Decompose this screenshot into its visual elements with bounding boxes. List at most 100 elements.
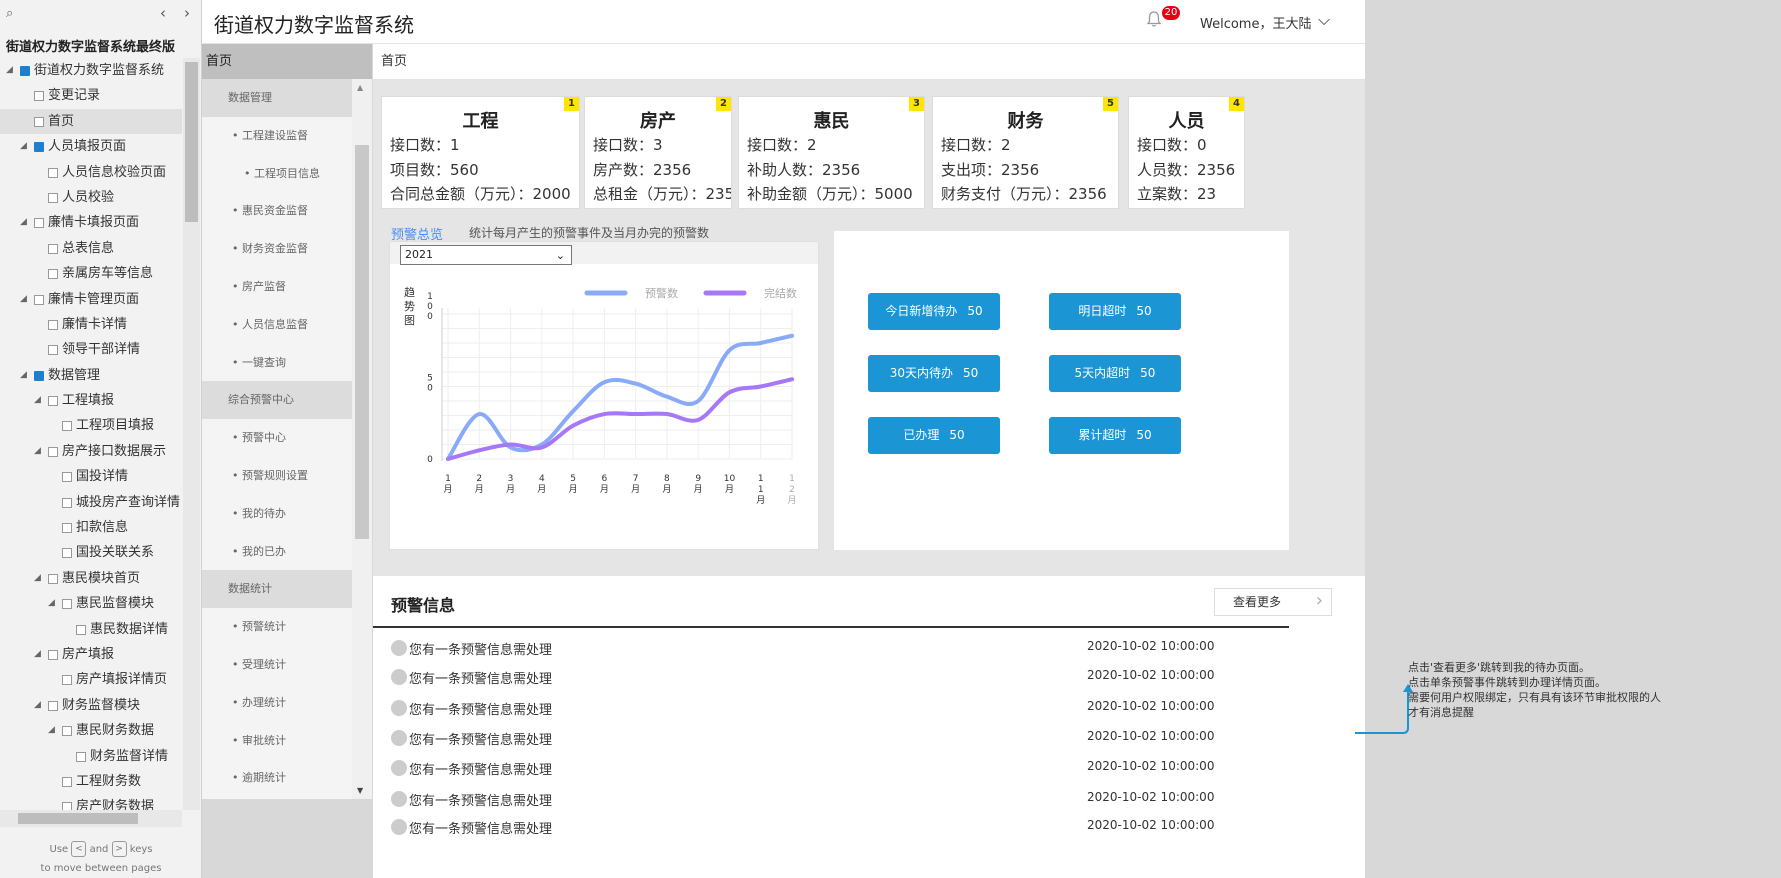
tree-item[interactable]: ◢ 廉情卡管理页面 <box>0 287 182 312</box>
tree-item[interactable]: 惠民数据详情 <box>0 617 182 642</box>
expand-toggle-icon[interactable]: ◢ <box>20 210 27 235</box>
tree-item[interactable]: 首页 <box>0 108 182 135</box>
stat-card[interactable]: 3 惠民 接口数：2 补助人数：2356 补助金额（万元）：5000 <box>738 96 925 209</box>
tree-item[interactable]: 人员信息校验页面 <box>0 160 182 185</box>
expand-toggle-icon[interactable]: ◢ <box>48 718 55 743</box>
tree-item[interactable]: ◢ 数据管理 <box>0 363 182 388</box>
menu-item[interactable]: • 逾期统计 <box>202 759 352 797</box>
page-icon <box>48 649 58 660</box>
stat-card[interactable]: 4 人员 接口数：0 人员数：2356 立案数：23 <box>1128 96 1245 209</box>
expand-toggle-icon[interactable]: ◢ <box>20 287 27 312</box>
expand-toggle-icon[interactable]: ◢ <box>34 693 41 718</box>
tree-item[interactable]: 廉情卡详情 <box>0 312 182 337</box>
tree-item[interactable]: 领导干部详情 <box>0 337 182 362</box>
menu-item[interactable]: • 人员信息监督 <box>202 306 352 344</box>
stat-card[interactable]: 1 工程 接口数：1 项目数：560 合同总金额（万元）：2000 <box>381 96 580 209</box>
todo-button[interactable]: 累计超时 50 <box>1049 417 1181 454</box>
tree-item[interactable]: ◢ 街道权力数字监督系统 <box>0 58 182 83</box>
tree-item[interactable]: 国投关联关系 <box>0 540 182 565</box>
tree-item[interactable]: ◢ 财务监督模块 <box>0 693 182 718</box>
tree-item[interactable]: 房产财务数据 <box>0 794 182 810</box>
menu-group[interactable]: 数据管理 <box>202 79 352 117</box>
menu-item[interactable]: • 财务资金监督 <box>202 230 352 268</box>
menu-item[interactable]: • 我的待办 <box>202 495 352 533</box>
stat-card[interactable]: 2 房产 接口数：3 房产数：2356 总租金（万元）：2356 <box>584 96 732 209</box>
tree-item[interactable]: ◢ 人员填报页面 <box>0 134 182 159</box>
expand-toggle-icon[interactable]: ◢ <box>20 134 27 159</box>
warn-info-row[interactable]: 您有一条预警信息需处理 2020-10-02 10:00:00 <box>391 756 1231 780</box>
menu-item[interactable]: • 预警统计 <box>202 608 352 646</box>
tree-item[interactable]: ◢ 惠民模块首页 <box>0 566 182 591</box>
todo-button[interactable]: 30天内待办 50 <box>868 355 1000 392</box>
todo-button[interactable]: 5天内超时 50 <box>1049 355 1181 392</box>
year-select[interactable]: 2021 ⌄ <box>400 245 572 265</box>
tree-item[interactable]: 城投房产查询详情 <box>0 490 182 515</box>
page-tree-h-scrollbar[interactable] <box>0 810 182 827</box>
scroll-down-icon[interactable]: ▼ <box>357 786 363 795</box>
stat-card-title: 财务 <box>1007 111 1044 132</box>
tree-item[interactable]: 工程财务数 <box>0 769 182 794</box>
menu-item[interactable]: • 一键查询 <box>202 344 352 382</box>
warn-info-row[interactable]: 您有一条预警信息需处理 2020-10-02 10:00:00 <box>391 726 1231 750</box>
warn-info-row[interactable]: 您有一条预警信息需处理 2020-10-02 10:00:00 <box>391 636 1231 660</box>
todo-button[interactable]: 明日超时 50 <box>1049 293 1181 330</box>
tree-item[interactable]: 总表信息 <box>0 236 182 261</box>
tree-item[interactable]: 国投详情 <box>0 464 182 489</box>
scrollbar-thumb[interactable] <box>18 813 138 824</box>
menu-item[interactable]: • 工程建设监督 <box>202 117 352 155</box>
tree-item[interactable]: 房产填报详情页 <box>0 667 182 692</box>
tree-item[interactable]: 扣款信息 <box>0 515 182 540</box>
warn-info-row[interactable]: 您有一条预警信息需处理 2020-10-02 10:00:00 <box>391 665 1231 689</box>
tree-item[interactable]: ◢ 惠民财务数据 <box>0 718 182 743</box>
menu-item[interactable]: • 我的已办 <box>202 533 352 571</box>
menu-item[interactable]: • 预警中心 <box>202 419 352 457</box>
menu-item[interactable]: • 受理统计 <box>202 646 352 684</box>
chevron-left-icon[interactable]: ‹ <box>160 4 166 22</box>
tree-item[interactable]: ◢ 廉情卡填报页面 <box>0 210 182 235</box>
tree-item[interactable]: 工程项目填报 <box>0 413 182 438</box>
expand-toggle-icon[interactable]: ◢ <box>34 388 41 413</box>
tree-item[interactable]: 亲属房车等信息 <box>0 261 182 286</box>
tree-item[interactable]: ◢ 房产填报 <box>0 642 182 667</box>
todo-button[interactable]: 今日新增待办 50 <box>868 293 1000 330</box>
tree-item[interactable]: 财务监督详情 <box>0 744 182 769</box>
menu-item[interactable]: • 办理统计 <box>202 684 352 722</box>
scrollbar-thumb[interactable] <box>185 62 198 222</box>
expand-toggle-icon[interactable]: ◢ <box>48 591 55 616</box>
warn-info-row[interactable]: 您有一条预警信息需处理 2020-10-02 10:00:00 <box>391 696 1231 720</box>
expand-toggle-icon[interactable]: ◢ <box>20 363 27 388</box>
scroll-up-icon[interactable]: ▲ <box>357 83 363 92</box>
tree-item[interactable]: ◢ 惠民监督模块 <box>0 591 182 616</box>
tree-item[interactable]: ◢ 工程填报 <box>0 388 182 413</box>
expand-toggle-icon[interactable]: ◢ <box>34 566 41 591</box>
menu-group[interactable]: 数据统计 <box>202 570 352 609</box>
stat-card[interactable]: 5 财务 接口数：2 支出项：2356 财务支付（万元）：2356 <box>932 96 1119 209</box>
scrollbar-thumb[interactable] <box>355 145 369 539</box>
page-tree-scrollbar[interactable] <box>183 58 200 810</box>
chevron-right-icon[interactable]: › <box>184 4 190 22</box>
side-menu-scrollbar[interactable]: ▲ ▼ <box>352 79 372 799</box>
side-menu-head[interactable]: 首页 <box>202 44 372 79</box>
warn-info-row[interactable]: 您有一条预警信息需处理 2020-10-02 10:00:00 <box>391 787 1231 811</box>
menu-item[interactable]: • 惠民资金监督 <box>202 192 352 230</box>
todo-button[interactable]: 已办理 50 <box>868 417 1000 454</box>
menu-item[interactable]: • 工程项目信息 <box>202 155 352 193</box>
menu-item[interactable]: • 审批统计 <box>202 722 352 760</box>
warn-info-row[interactable]: 您有一条预警信息需处理 2020-10-02 10:00:00 <box>391 815 1231 839</box>
tree-item[interactable]: 变更记录 <box>0 83 182 108</box>
expand-toggle-icon[interactable]: ◢ <box>6 58 13 83</box>
menu-item[interactable]: • 房产监督 <box>202 268 352 306</box>
welcome-user[interactable]: Welcome，王大陆 <box>1200 13 1311 32</box>
page-icon <box>62 599 72 610</box>
view-more-button[interactable]: 查看更多 › <box>1214 588 1332 616</box>
search-icon[interactable]: ⌕ <box>6 6 13 21</box>
menu-item[interactable]: • 预警规则设置 <box>202 457 352 495</box>
menu-group[interactable]: 综合预警中心 <box>202 381 352 420</box>
expand-toggle-icon[interactable]: ◢ <box>34 642 41 667</box>
chevron-down-icon[interactable]: ⌵ <box>1318 10 1330 30</box>
bell-icon[interactable] <box>1145 10 1163 28</box>
tree-item[interactable]: 人员校验 <box>0 185 182 210</box>
annotation-note: 点击'查看更多'跳转到我的待办页面。 点击单条预警事件跳转到办理详情页面。 需要何用… <box>1408 660 1661 720</box>
expand-toggle-icon[interactable]: ◢ <box>34 439 41 464</box>
tree-item[interactable]: ◢ 房产接口数据展示 <box>0 439 182 464</box>
